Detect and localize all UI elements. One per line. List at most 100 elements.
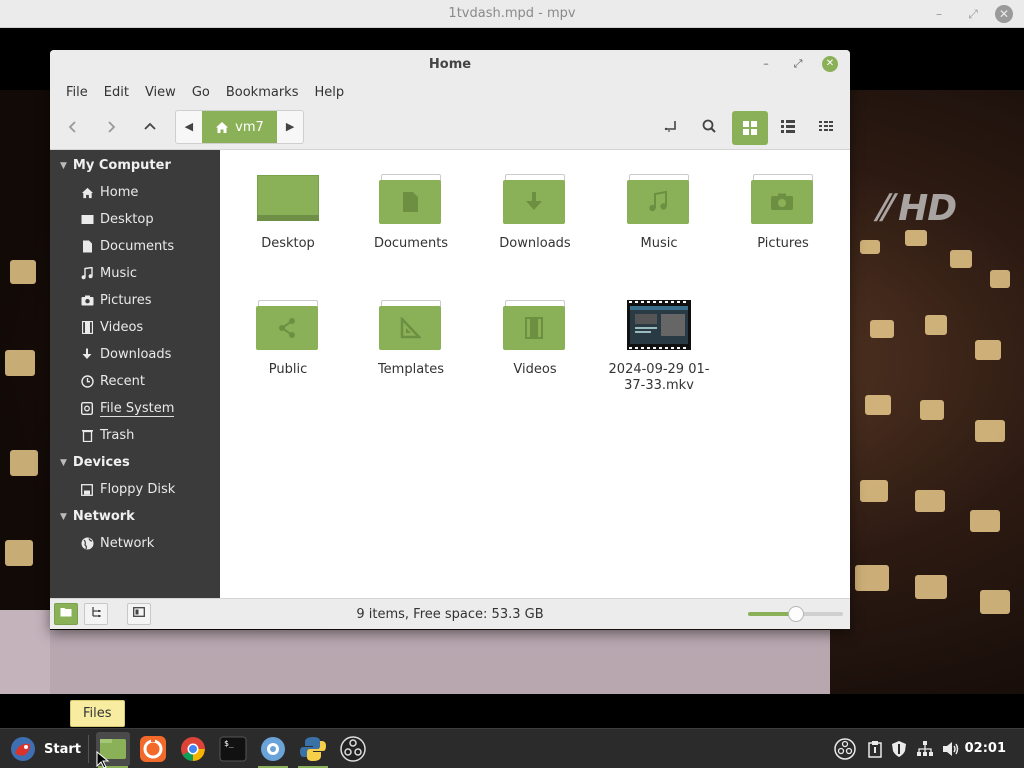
tray-obs-icon[interactable] bbox=[834, 738, 856, 760]
mpv-titlebar: 1tvdash.mpd - mpv – ⤢ ✕ bbox=[0, 0, 1024, 28]
file-item-documents[interactable]: Documents bbox=[351, 174, 471, 252]
file-item-desktop[interactable]: Desktop bbox=[228, 174, 348, 252]
terminal-icon: $_ bbox=[219, 736, 247, 762]
sidebar-item-home[interactable]: Home bbox=[50, 179, 220, 206]
file-item-downloads[interactable]: Downloads bbox=[475, 174, 595, 252]
path-scroll-left-button[interactable]: ◀ bbox=[176, 111, 202, 143]
taskbar-terminal[interactable]: $_ bbox=[216, 732, 250, 766]
taskbar-firefox[interactable] bbox=[136, 732, 170, 766]
files-minimize-button[interactable]: – bbox=[758, 56, 774, 72]
search-button[interactable] bbox=[694, 114, 724, 144]
menu-help[interactable]: Help bbox=[306, 85, 352, 100]
file-item-templates[interactable]: Templates bbox=[351, 300, 471, 378]
file-view[interactable]: Desktop Documents Downloads Music Pictur… bbox=[220, 150, 850, 598]
drive-icon bbox=[80, 402, 94, 416]
python-icon bbox=[300, 737, 326, 761]
channel-logo: ⫽ HD bbox=[875, 188, 957, 229]
zoom-slider-handle[interactable] bbox=[787, 606, 804, 622]
expander-down-icon: ▼ bbox=[60, 457, 67, 468]
sidebar-item-label: Recent bbox=[100, 374, 145, 389]
mpv-minimize-button[interactable]: – bbox=[930, 5, 948, 23]
file-name: Videos bbox=[513, 362, 557, 377]
file-name: Public bbox=[268, 362, 308, 377]
file-item-music[interactable]: Music bbox=[599, 174, 719, 252]
compact-view-button[interactable] bbox=[811, 114, 841, 144]
files-close-button[interactable]: ✕ bbox=[822, 56, 838, 72]
path-scroll-right-button[interactable]: ▶ bbox=[277, 111, 303, 143]
sidebar: ▼ My Computer Home Desktop Documents Musi… bbox=[50, 150, 220, 598]
menu-bookmarks[interactable]: Bookmarks bbox=[218, 85, 307, 100]
tray-network-icon[interactable] bbox=[914, 738, 936, 760]
file-name: Music bbox=[640, 236, 678, 251]
file-item-videos[interactable]: Videos bbox=[475, 300, 595, 378]
documents-folder-icon bbox=[379, 174, 443, 224]
sidebar-item-documents[interactable]: Documents bbox=[50, 233, 220, 260]
sidebar-heading-network[interactable]: ▼ Network bbox=[50, 503, 220, 530]
list-view-icon bbox=[781, 120, 795, 133]
mpv-maximize-button[interactable]: ⤢ bbox=[964, 5, 982, 23]
taskbar-obs[interactable] bbox=[336, 732, 370, 766]
documents-icon bbox=[80, 240, 94, 254]
sidebar-item-network[interactable]: Network bbox=[50, 530, 220, 557]
back-button[interactable] bbox=[58, 114, 88, 144]
sidebar-item-desktop[interactable]: Desktop bbox=[50, 206, 220, 233]
file-item-video-mkv[interactable]: 2024-09-29 01- 37-33.mkv bbox=[599, 300, 719, 394]
compact-view-icon bbox=[819, 121, 833, 131]
path-crumb-home[interactable]: vm7 bbox=[201, 111, 278, 143]
obs-icon bbox=[340, 736, 366, 762]
file-item-public[interactable]: Public bbox=[228, 300, 348, 378]
files-maximize-button[interactable]: ⤢ bbox=[790, 56, 806, 72]
sidebar-item-music[interactable]: Music bbox=[50, 260, 220, 287]
chevron-left-icon bbox=[68, 121, 76, 133]
sidebar-item-downloads[interactable]: Downloads bbox=[50, 341, 220, 368]
sidebar-item-recent[interactable]: Recent bbox=[50, 368, 220, 395]
public-folder-icon bbox=[256, 300, 320, 350]
tray-shield-icon[interactable] bbox=[888, 738, 910, 760]
file-name: 2024-09-29 01- 37-33.mkv bbox=[608, 362, 710, 393]
tray-volume-icon[interactable] bbox=[940, 738, 962, 760]
file-name: Documents bbox=[373, 236, 449, 251]
camera-icon bbox=[80, 294, 94, 308]
clock[interactable]: 02:01 bbox=[965, 741, 1006, 756]
sidebar-item-trash[interactable]: Trash bbox=[50, 422, 220, 449]
sidebar-item-floppy-disk[interactable]: Floppy Disk bbox=[50, 476, 220, 503]
grid-view-icon bbox=[743, 121, 757, 135]
tray-clipboard-icon[interactable] bbox=[864, 738, 886, 760]
sidebar-item-label: Pictures bbox=[100, 293, 152, 308]
sidebar-item-label: Trash bbox=[100, 428, 135, 443]
sidebar-heading-devices[interactable]: ▼ Devices bbox=[50, 449, 220, 476]
taskbar-python[interactable] bbox=[296, 732, 330, 768]
list-view-button[interactable] bbox=[773, 114, 803, 144]
files-titlebar[interactable]: Home – ⤢ ✕ bbox=[50, 50, 850, 78]
file-name: Desktop bbox=[261, 236, 315, 251]
statusbar: 9 items, Free space: 53.3 GB bbox=[50, 598, 850, 629]
pictures-folder-icon bbox=[751, 174, 815, 224]
icon-view-button[interactable] bbox=[732, 111, 768, 145]
up-button[interactable] bbox=[135, 114, 165, 144]
menu-view[interactable]: View bbox=[137, 85, 184, 100]
menu-file[interactable]: File bbox=[58, 85, 96, 100]
file-item-pictures[interactable]: Pictures bbox=[723, 174, 843, 252]
mpv-close-button[interactable]: ✕ bbox=[995, 5, 1013, 23]
file-name: Downloads bbox=[499, 236, 571, 251]
menu-go[interactable]: Go bbox=[184, 85, 218, 100]
sidebar-item-label: Home bbox=[100, 185, 139, 200]
start-label: Start bbox=[44, 741, 81, 757]
sidebar-item-label: Desktop bbox=[100, 212, 154, 227]
toggle-location-button[interactable] bbox=[656, 114, 686, 144]
start-button[interactable]: Start bbox=[4, 733, 87, 765]
sidebar-heading-my-computer[interactable]: ▼ My Computer bbox=[50, 152, 220, 179]
taskbar: Start $_ 02:01 bbox=[0, 728, 1024, 768]
sidebar-item-file-system[interactable]: File System bbox=[50, 395, 220, 422]
forward-button[interactable] bbox=[96, 114, 126, 144]
taskbar-app-5[interactable] bbox=[256, 732, 290, 768]
taskbar-chrome[interactable] bbox=[176, 732, 210, 766]
start-menu-icon bbox=[11, 737, 35, 761]
sidebar-item-pictures[interactable]: Pictures bbox=[50, 287, 220, 314]
toolbar bbox=[50, 106, 850, 150]
zoom-slider[interactable] bbox=[748, 606, 843, 622]
taskbar-separator bbox=[88, 735, 89, 763]
music-icon bbox=[80, 267, 94, 281]
menu-edit[interactable]: Edit bbox=[96, 85, 137, 100]
sidebar-item-videos[interactable]: Videos bbox=[50, 314, 220, 341]
